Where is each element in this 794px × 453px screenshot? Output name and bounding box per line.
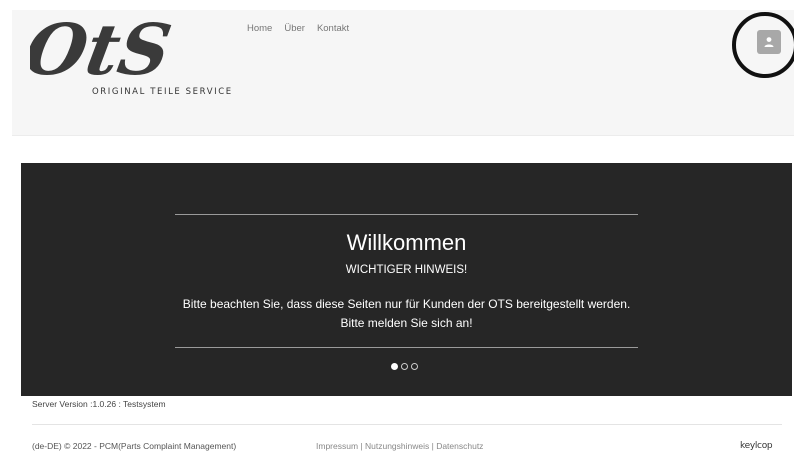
hero-title: Willkommen [346,230,467,255]
user-button[interactable] [757,30,781,54]
keylcop-logo: keylcop [740,441,773,451]
user-menu [732,12,794,78]
server-version: Server Version :1.0.26 : Testsystem [32,399,166,409]
carousel-dot-1[interactable] [391,363,398,370]
datenschutz-link[interactable]: Datenschutz [436,441,483,451]
ots-logo-graphic: OtS [30,16,177,91]
divider-bottom [175,347,638,348]
footer-copyright: (de-DE) © 2022 - PCM(Parts Complaint Man… [32,441,237,451]
impressum-link[interactable]: Impressum [316,441,358,451]
logo-subtitle: ORIGINAL TEILE SERVICE [92,87,233,97]
hero-text: Bitte beachten Sie, dass diese Seiten nu… [182,297,631,330]
nav-kontakt[interactable]: Kontakt [317,23,349,34]
nutzungshinweis-link[interactable]: Nutzungshinweis [365,441,429,451]
divider-top [175,214,638,215]
carousel-dot-3[interactable] [411,363,418,370]
main-nav: Home Über Kontakt [247,23,361,34]
welcome-carousel: Willkommen WICHTIGER HINWEIS! Bitte beac… [21,163,792,396]
carousel-dot-2[interactable] [401,363,408,370]
footer-divider [32,424,782,425]
carousel-indicators [391,363,418,370]
logo-letters: OtS [30,16,177,91]
user-icon [764,37,774,47]
nav-ueber[interactable]: Über [284,23,305,34]
page: OtS ORIGINAL TEILE SERVICE Home Über Kon… [0,0,794,453]
nav-home[interactable]: Home [247,23,272,34]
footer-separator: | [358,441,365,451]
hero-subtitle: WICHTIGER HINWEIS! [345,264,468,276]
header: OtS ORIGINAL TEILE SERVICE Home Über Kon… [12,10,794,136]
footer-links: Impressum | Nutzungshinweis | Datenschut… [316,441,483,451]
